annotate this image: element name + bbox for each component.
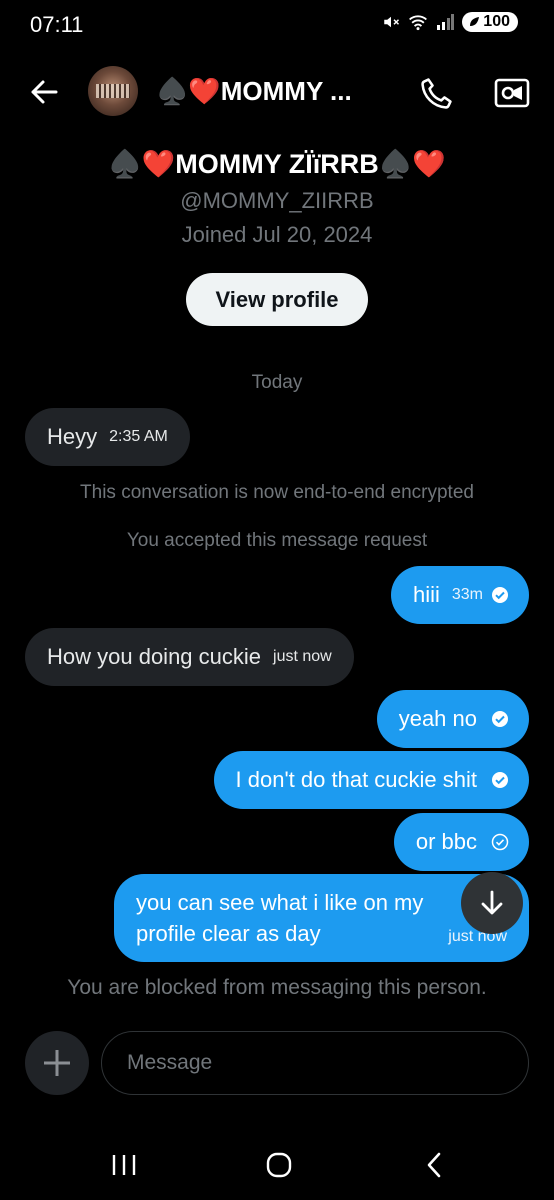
request-accepted-notice: You accepted this message request <box>126 530 428 551</box>
profile-handle: @MOMMY_ZIIRRB <box>180 188 374 213</box>
message-text: I don't do that cuckie shit <box>235 767 477 792</box>
check-circle-icon <box>492 772 508 788</box>
recents-button[interactable] <box>104 1145 144 1185</box>
message-text-line: you can see what i like on my <box>136 890 424 915</box>
battery-leaf-icon <box>470 17 480 26</box>
message-bubble-outgoing[interactable]: I don't do that cuckie shit <box>213 751 529 809</box>
sent-check-icon <box>491 833 509 851</box>
message-text: or bbc <box>415 829 477 854</box>
wifi-icon <box>409 15 428 31</box>
phone-icon <box>421 78 452 109</box>
system-back-button[interactable] <box>414 1145 454 1185</box>
message-bubble-incoming[interactable]: Heyy 2:35 AM <box>25 408 190 466</box>
avatar[interactable] <box>88 66 138 116</box>
message-bubble-incoming[interactable]: How you doing cuckie just now <box>25 628 354 686</box>
message-input[interactable] <box>101 1031 529 1095</box>
conversation-title[interactable]: ♠️❤️MOMMY ... <box>156 76 352 107</box>
encryption-notice: This conversation is now end-to-end encr… <box>80 482 474 503</box>
profile-joined-date: Joined Jul 20, 2024 <box>181 222 373 247</box>
message-time: 33m <box>451 586 483 603</box>
arrow-down-icon <box>481 890 503 915</box>
call-button[interactable] <box>418 74 456 112</box>
recents-icon <box>112 1155 136 1175</box>
battery-level: 100 <box>483 13 510 30</box>
back-button[interactable] <box>26 74 62 110</box>
view-profile-button[interactable]: View profile <box>186 273 368 326</box>
plus-icon <box>44 1050 70 1076</box>
back-icon <box>427 1152 441 1178</box>
status-time: 07:11 <box>30 12 84 37</box>
home-icon <box>266 1152 292 1178</box>
message-text: yeah no <box>398 706 477 731</box>
message-time: 2:35 AM <box>109 428 168 445</box>
home-button[interactable] <box>259 1145 299 1185</box>
status-icons: 100 <box>382 12 518 32</box>
message-text-line: profile clear as day <box>136 921 321 946</box>
mute-icon <box>384 16 400 28</box>
message-text: How you doing cuckie <box>47 644 262 669</box>
message-text: hiii <box>412 582 440 607</box>
signal-icon <box>437 14 455 30</box>
battery-indicator: 100 <box>462 12 518 32</box>
day-separator: Today <box>251 372 303 393</box>
blocked-notice: You are blocked from messaging this pers… <box>67 976 487 999</box>
arrow-left-icon <box>31 80 58 104</box>
add-attachment-button[interactable] <box>25 1031 89 1095</box>
video-call-button[interactable] <box>494 76 530 110</box>
message-bubble-outgoing[interactable]: yeah no <box>376 690 529 748</box>
message-bubble-outgoing[interactable]: or bbc <box>393 813 529 871</box>
check-circle-icon <box>492 711 508 727</box>
message-text: Heyy <box>47 424 98 449</box>
message-bubble-outgoing[interactable]: hiii 33m <box>390 566 529 624</box>
video-icon <box>494 78 530 108</box>
check-circle-icon <box>492 587 508 603</box>
profile-name: ♠️❤️MOMMY ZÏïRRB♠️❤️ <box>108 149 446 179</box>
message-time: just now <box>273 648 332 665</box>
scroll-to-bottom-button[interactable] <box>461 872 523 934</box>
